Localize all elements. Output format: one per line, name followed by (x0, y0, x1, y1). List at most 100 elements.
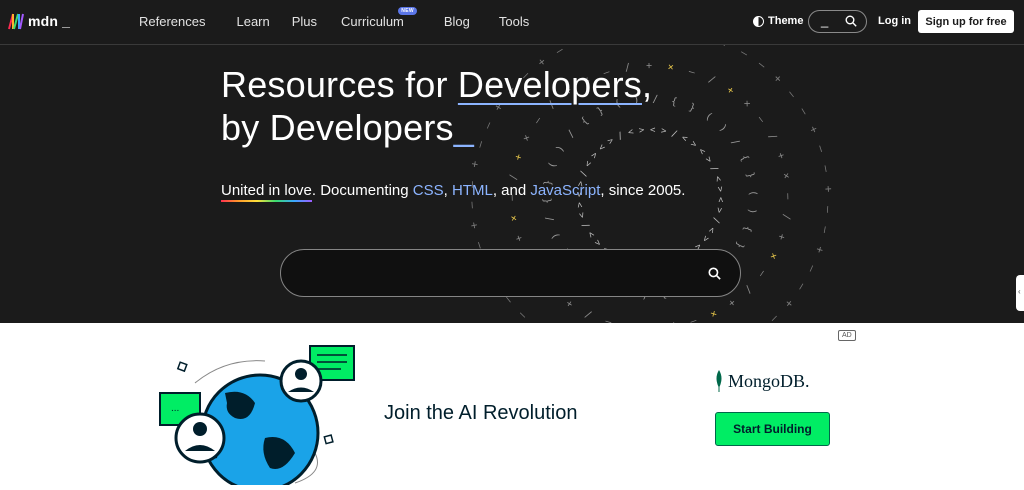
login-link[interactable]: Log in (878, 15, 911, 27)
main-nav: References Learn Plus Curriculum NEW Blo… (139, 7, 560, 29)
spiral-glyph: + (806, 124, 821, 136)
nav-item-curriculum-label: Curriculum (341, 14, 404, 29)
spiral-glyph: / (583, 308, 593, 321)
chat-bubble-dots: ... (171, 403, 179, 414)
mongodb-brand-text: MongoDB. (728, 370, 810, 391)
spiral-glyph: / (508, 174, 520, 181)
spiral-glyph: — (782, 193, 793, 200)
search-shortcut-hint: _ (821, 13, 829, 28)
spiral-glyph: × (767, 251, 780, 261)
spiral-glyph: — (755, 268, 768, 280)
spiral-glyph: × (741, 98, 753, 110)
spiral-glyph: + (774, 151, 786, 160)
spiral-glyph: — (515, 308, 529, 322)
ad-label: AD (838, 330, 856, 341)
spiral-glyph: / (652, 94, 658, 105)
signup-button[interactable]: Sign up for free (918, 10, 1014, 33)
spiral-glyph: × (508, 214, 520, 222)
spiral-glyph: / (707, 74, 717, 87)
css-link[interactable]: CSS (413, 182, 444, 199)
theme-contrast-icon (753, 15, 764, 27)
nav-item-learn[interactable]: Learn (236, 14, 269, 29)
theme-toggle-button[interactable]: Theme (753, 15, 803, 27)
spiral-glyph: — (814, 144, 829, 155)
spiral-glyph: > (586, 228, 598, 239)
spiral-glyph: × (708, 307, 719, 320)
spiral-glyph: / (579, 170, 590, 178)
nav-item-plus[interactable]: Plus (292, 14, 317, 29)
spiral-glyph: > (714, 186, 725, 193)
spiral-glyph: / (710, 216, 721, 224)
spiral-glyph: — (794, 281, 809, 294)
mdn-logo[interactable]: mdn _ (8, 12, 70, 30)
advertisement-banner[interactable]: AD ... Join the AI Revolution MongoDB. S… (0, 323, 1024, 490)
spiral-glyph: + (725, 85, 736, 97)
spiral-glyph: + (467, 221, 481, 230)
spiral-glyph: — (573, 45, 585, 49)
spiral-glyph: > (703, 155, 715, 166)
spiral-glyph: — (688, 315, 698, 323)
spiral-glyph: / (766, 132, 779, 143)
spiral-glyph: ) (717, 122, 729, 134)
top-navigation-bar: mdn _ References Learn Plus Curriculum NE… (0, 0, 1024, 45)
spiral-glyph: { (741, 224, 753, 233)
hero-title-comma: , (641, 64, 653, 105)
spiral-glyph: — (821, 206, 834, 214)
spiral-glyph: — (767, 312, 781, 323)
spiral-glyph: — (465, 201, 478, 209)
javascript-link[interactable]: JavaScript (530, 182, 600, 199)
mdn-logo-icon (8, 13, 24, 30)
hero-title-prefix: Resources for (221, 64, 458, 105)
spiral-glyph: + (513, 233, 525, 242)
spiral-glyph: < (593, 236, 604, 247)
spiral-glyph: < (715, 197, 725, 203)
start-building-button[interactable]: Start Building (715, 412, 830, 446)
side-feedback-tab[interactable]: ‹ (1016, 275, 1024, 311)
spiral-glyph: > (699, 233, 711, 244)
spiral-glyph: — (755, 58, 768, 73)
logo-text: mdn (28, 13, 59, 29)
spiral-glyph: + (468, 159, 482, 168)
spiral-glyph: < (712, 175, 723, 184)
hero-title-cursor: _ (453, 107, 474, 148)
spiral-glyph: × (780, 172, 792, 180)
spiral-glyph: — (818, 225, 832, 234)
spiral-glyph: < (577, 210, 588, 219)
spiral-glyph: } (733, 240, 746, 250)
spiral-glyph: ( (747, 190, 758, 197)
spiral-glyph: { (670, 96, 678, 108)
header-search-input[interactable]: _ (808, 10, 867, 33)
spiral-glyph: < (680, 133, 690, 145)
spiral-glyph: + (720, 45, 732, 51)
spiral-glyph: — (785, 87, 800, 101)
hero-search-input[interactable] (280, 249, 741, 297)
subtitle-and: , and (492, 182, 531, 199)
nav-item-tools[interactable]: Tools (499, 14, 529, 29)
spiral-glyph: / (670, 129, 678, 140)
subtitle-end: , since 2005. (600, 182, 686, 199)
html-link[interactable]: HTML (452, 182, 493, 199)
subtitle-comma: , (443, 182, 452, 199)
spiral-glyph: — (603, 315, 613, 323)
hero-subtitle: United in love. Documenting CSS, HTML, a… (221, 182, 686, 202)
search-icon[interactable] (708, 267, 721, 280)
spiral-glyph: / (544, 214, 556, 223)
nav-item-references[interactable]: References (139, 14, 205, 29)
nav-item-blog[interactable]: Blog (444, 14, 470, 29)
spiral-glyph: + (822, 185, 835, 193)
spiral-glyph: + (771, 72, 785, 86)
spiral-glyph: > (713, 207, 724, 214)
spiral-glyph: < (696, 146, 707, 157)
spiral-glyph: > (575, 201, 586, 208)
spiral-glyph: + (726, 296, 737, 308)
spiral-glyph: / (780, 213, 792, 220)
united-in-love-text: United in love (221, 182, 312, 202)
spiral-glyph: > (688, 139, 699, 151)
globe-chat-illustration: ... (159, 345, 355, 485)
spiral-glyph: } (744, 171, 756, 180)
mdn-home-page: mdn _ References Learn Plus Curriculum NE… (0, 0, 1024, 490)
mongodb-logo: MongoDB. (714, 370, 810, 392)
spiral-glyph: / (729, 137, 741, 148)
ad-headline: Join the AI Revolution (384, 402, 578, 424)
nav-item-curriculum[interactable]: Curriculum NEW (341, 7, 417, 29)
